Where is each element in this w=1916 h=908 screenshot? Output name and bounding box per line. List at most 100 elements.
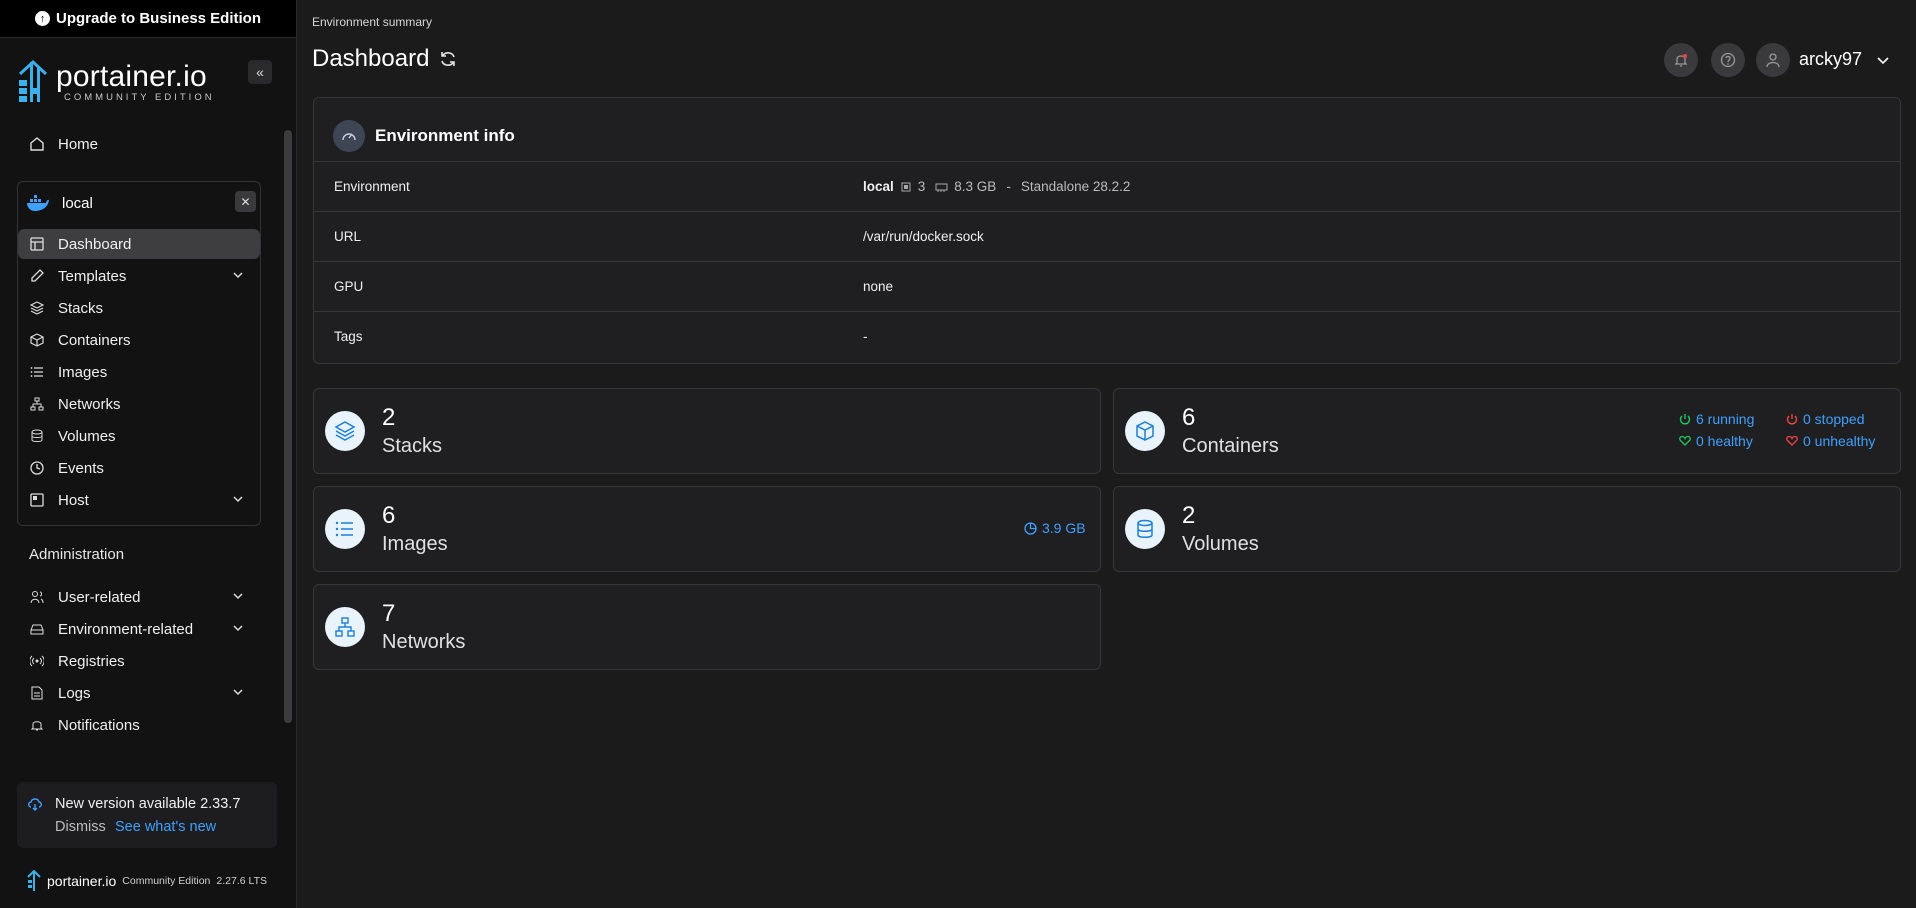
arrow-up-circle-icon: ↑ (34, 11, 50, 26)
clock-icon (28, 459, 46, 477)
sidebar-item-label: Images (58, 363, 108, 381)
footer-brand: portainer.io (47, 873, 117, 889)
volumes-count: 2 (1182, 502, 1196, 529)
stacks-label: Stacks (382, 435, 443, 457)
stopped-status: 0 stopped (1786, 411, 1865, 427)
images-size-value: 3.9 GB (1042, 520, 1086, 536)
running-count: 6 running (1696, 411, 1755, 427)
images-label: Images (382, 533, 448, 555)
footer-edition: Community Edition (122, 875, 211, 887)
healthy-count: 0 healthy (1696, 433, 1753, 449)
sidebar-item-label: Volumes (58, 427, 116, 445)
close-environment-button[interactable]: ✕ (235, 191, 256, 212)
info-value: local 3 8.3 GB - Standalone 28.2.2 (863, 179, 1130, 194)
info-value: - (863, 329, 868, 344)
page-title-row: Dashboard (312, 45, 457, 73)
cloud-download-icon (27, 796, 43, 817)
chevron-down-icon (232, 589, 244, 606)
sidebar-item-networks[interactable]: Networks (18, 389, 260, 419)
layers-icon (28, 299, 46, 317)
unhealthy-status: 0 unhealthy (1786, 433, 1875, 449)
sidebar-item-containers[interactable]: Containers (18, 325, 260, 355)
sidebar-item-volumes[interactable]: Volumes (18, 421, 260, 451)
info-row-tags: Tags - (314, 311, 1900, 361)
footer: portainer.io Community Edition 2.27.6 LT… (27, 870, 267, 892)
stacks-count: 2 (382, 404, 396, 431)
user-avatar[interactable] (1756, 43, 1790, 77)
sidebar-item-dashboard[interactable]: Dashboard (18, 229, 260, 259)
hard-drive-icon (28, 620, 46, 638)
networks-label: Networks (382, 631, 466, 653)
sidebar-item-label: Environment-related (58, 620, 194, 638)
update-title: New version available 2.33.7 (55, 796, 241, 812)
notifications-button[interactable] (1664, 43, 1698, 77)
upgrade-banner[interactable]: ↑ Upgrade to Business Edition (0, 0, 296, 38)
sidebar-item-label: Events (58, 459, 104, 477)
sidebar-item-images[interactable]: Images (18, 357, 260, 387)
logo-edition: COMMUNITY EDITION (64, 91, 215, 103)
containers-count: 6 (1182, 404, 1196, 431)
sidebar-item-user-related[interactable]: User-related (18, 582, 260, 612)
unhealthy-count: 0 unhealthy (1803, 433, 1876, 449)
environment-name: local (62, 194, 93, 212)
info-key: GPU (334, 279, 364, 294)
volumes-card[interactable]: 2 Volumes (1113, 486, 1901, 572)
box-icon (28, 331, 46, 349)
sidebar-item-stacks[interactable]: Stacks (18, 293, 260, 323)
networks-count: 7 (382, 600, 396, 627)
pie-chart-icon (1024, 521, 1037, 535)
power-icon (1786, 414, 1798, 425)
file-text-icon (28, 684, 46, 702)
stacks-card[interactable]: 2 Stacks (313, 388, 1101, 474)
images-size: 3.9 GB (1024, 520, 1086, 536)
environment-header[interactable]: local ✕ (26, 188, 256, 218)
cpu-icon (900, 181, 912, 193)
administration-heading: Administration (29, 546, 125, 563)
sidebar-item-notifications[interactable]: Notifications (18, 710, 260, 740)
sidebar-scrollbar[interactable] (284, 130, 292, 723)
box-icon (1125, 411, 1165, 451)
home-icon (28, 135, 46, 153)
logo-name: portainer.io (56, 59, 207, 93)
whats-new-link[interactable]: See what's new (115, 819, 216, 835)
help-button[interactable] (1711, 43, 1745, 77)
dismiss-link[interactable]: Dismiss (55, 819, 106, 835)
networks-card[interactable]: 7 Networks (313, 584, 1101, 670)
network-icon (28, 395, 46, 413)
sidebar-item-label: Host (58, 491, 89, 509)
sidebar-item-registries[interactable]: Registries (18, 646, 260, 676)
collapse-sidebar-button[interactable]: « (248, 60, 272, 84)
refresh-icon[interactable] (439, 50, 457, 68)
env-name: local (863, 179, 894, 194)
sidebar-item-label: Networks (58, 395, 121, 413)
sidebar: ↑ Upgrade to Business Edition portainer.… (0, 0, 297, 908)
sidebar-item-label: Home (58, 135, 99, 153)
sidebar-item-logs[interactable]: Logs (18, 678, 260, 708)
info-value: /var/run/docker.sock (863, 229, 984, 244)
sidebar-item-host[interactable]: Host (18, 485, 260, 515)
portainer-logo[interactable]: portainer.io COMMUNITY EDITION (16, 56, 276, 108)
sidebar-item-events[interactable]: Events (18, 453, 260, 483)
info-value: none (863, 279, 894, 294)
running-status: 6 running (1679, 411, 1754, 427)
images-card[interactable]: 6 Images 3.9 GB (313, 486, 1101, 572)
database-icon (1125, 509, 1165, 549)
list-icon (28, 363, 46, 381)
sidebar-item-label: Logs (58, 684, 91, 702)
sidebar-item-environment-related[interactable]: Environment-related (18, 614, 260, 644)
sidebar-item-templates[interactable]: Templates (18, 261, 260, 291)
edit-icon (28, 267, 46, 285)
sidebar-item-home[interactable]: Home (18, 129, 260, 159)
page-title: Dashboard (312, 45, 430, 72)
bell-icon (28, 716, 46, 734)
containers-card[interactable]: 6 Containers 6 running 0 stopped 0 healt… (1113, 388, 1901, 474)
environment-info-heading: Environment info (333, 120, 515, 152)
main-content: Environment summary Dashboard arcky97 En… (298, 0, 1916, 908)
list-icon (325, 509, 365, 549)
power-icon (1679, 414, 1691, 425)
sidebar-item-label: Notifications (58, 716, 140, 734)
user-menu-name[interactable]: arcky97 (1799, 49, 1862, 70)
chevron-down-icon[interactable] (1876, 53, 1890, 72)
layout-icon (28, 235, 46, 253)
footer-version: 2.27.6 LTS (216, 875, 267, 887)
